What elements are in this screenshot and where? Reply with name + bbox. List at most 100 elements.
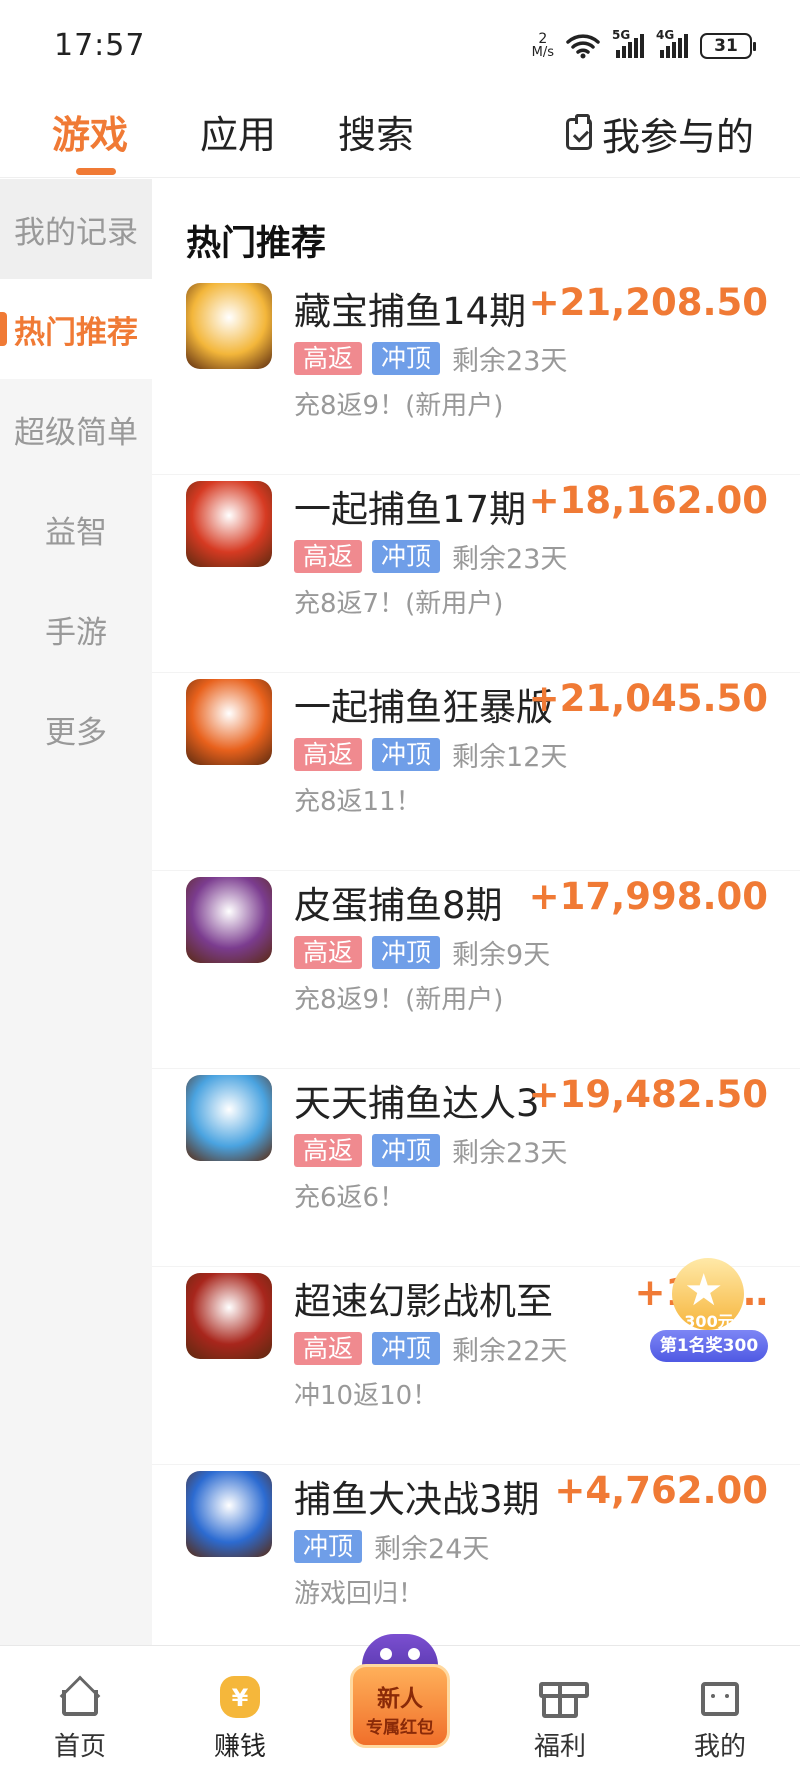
game-row[interactable]: 藏宝捕鱼14期 +21,208.50 高返 冲顶 剩余23天充8返9！(新用户) [152,277,800,475]
wifi-icon [566,34,600,59]
home-icon [58,1674,102,1718]
top-tab-bar: 游戏 应用 搜索 我参与的 [0,92,800,178]
fighter-jet-game-icon [186,1273,272,1359]
tag-group: 高返 冲顶 剩余12天 [294,735,567,774]
game-row[interactable]: 一起捕鱼17期 +18,162.00 高返 冲顶 剩余23天充8返7！(新用户) [152,475,800,673]
reward-amount: +19,482.50 [528,1073,768,1116]
blue-shark-game-icon [186,1471,272,1557]
game-description: 冲10返10！ [294,1381,439,1411]
signal-4g-icon: 4G [656,28,688,58]
new-user-red-packet-button[interactable]: 新人 专属红包 [344,1634,456,1772]
high-return-tag: 高返 [294,1332,363,1365]
status-icons: 2 M/s 5G 4G 31 [531,28,756,64]
tab-games[interactable]: 游戏 [52,104,128,159]
clipboard-check-icon [565,113,592,150]
game-name: 捕鱼大决战3期 [294,1478,540,1521]
tag-group: 高返 冲顶 剩余23天 [294,339,567,378]
game-description: 充6返6！ [294,1183,406,1213]
promo-line2: 专属红包 [366,1718,434,1738]
remaining-days: 剩余23天 [452,1138,568,1169]
sidebar-item-my-records[interactable]: 我的记录 [0,179,152,279]
rank-push-tag: 冲顶 [372,540,441,573]
network-speed: 2 M/s [531,31,554,60]
game-name: 皮蛋捕鱼8期 [294,884,503,927]
reward-amount: +21,208.50 [528,281,768,324]
sidebar-item-hot[interactable]: 热门推荐 [0,279,152,379]
bottom-nav: 首页 ¥ 赚钱 新人 专属红包 福利 我的 [0,1634,800,1776]
high-return-tag: 高返 [294,342,363,375]
game-name: 超速幻影战机至 [294,1280,553,1323]
game-list-panel: 热门推荐 藏宝捕鱼14期 +21,208.50 高返 冲顶 剩余23天 充8返9！(新用户… [152,179,800,1645]
game-row[interactable]: 捕鱼大决战3期 +4,762.00 冲顶 剩余24天游戏回归！ [152,1465,800,1645]
section-title: 热门推荐 [186,224,327,264]
high-return-tag: 高返 [294,1134,363,1167]
promo-card: 新人 专属红包 [350,1664,450,1748]
shark-game-icon [186,481,272,567]
game-description: 充8返9！(新用户) [294,985,504,1015]
remaining-days: 剩余22天 [452,1336,568,1367]
tag-group: 高返 冲顶 剩余22天 [294,1329,567,1368]
sidebar-item-more[interactable]: 更多 [0,679,152,779]
fish-game-icon [186,283,272,369]
game-description: 充8返7！(新用户) [294,589,504,619]
game-name: 一起捕鱼17期 [294,488,527,531]
nav-mine[interactable]: 我的 [660,1646,780,1776]
tab-search[interactable]: 搜索 [338,104,414,159]
profile-cat-icon [698,1674,742,1718]
rank-push-tag: 冲顶 [372,936,441,969]
nav-welfare-label: 福利 [533,1732,586,1762]
sidebar-item-puzzle[interactable]: 益智 [0,479,152,579]
game-description: 游戏回归！ [294,1579,425,1609]
reward-amount: +4,762.00 [554,1469,768,1512]
rank-push-tag: 冲顶 [372,342,441,375]
sidebar-item-mobile-games[interactable]: 手游 [0,579,152,679]
signal-5g-icon: 5G [612,28,644,58]
game-row[interactable]: 天天捕鱼达人3 +19,482.50 高返 冲顶 剩余23天充6返6！ [152,1069,800,1267]
battery-icon: 31 [700,33,756,59]
nav-home-label: 首页 [53,1732,106,1762]
game-row[interactable]: 皮蛋捕鱼8期 +17,998.00 高返 冲顶 剩余9天充8返9！(新用户) [152,871,800,1069]
nav-earn-label: 赚钱 [213,1732,266,1762]
game-list: 藏宝捕鱼14期 +21,208.50 高返 冲顶 剩余23天 充8返9！(新用户) 一起捕鱼… [152,277,800,1645]
remaining-days: 剩余23天 [452,346,568,377]
reward-amount: 300元 [684,1312,734,1331]
tab-my-participation[interactable]: 我参与的 [565,106,754,161]
remaining-days: 剩余23天 [452,544,568,575]
active-tab-indicator [76,168,116,175]
tag-group: 冲顶 剩余24天 [294,1527,489,1566]
tag-group: 高返 冲顶 剩余23天 [294,1131,567,1170]
rank-push-tag: 冲顶 [372,738,441,771]
game-row[interactable]: 一起捕鱼狂暴版 +21,045.50 高返 冲顶 剩余12天 充8返11！ [152,673,800,871]
status-bar: 17:57 2 M/s 5G 4G 31 [0,0,800,92]
rank-push-tag: 冲顶 [372,1332,441,1365]
tag-group: 高返 冲顶 剩余23天 [294,537,567,576]
nav-earn[interactable]: ¥ 赚钱 [180,1646,300,1776]
nav-welfare[interactable]: 福利 [500,1646,620,1776]
high-return-tag: 高返 [294,738,363,771]
remaining-days: 剩余9天 [452,940,551,971]
game-description: 充8返11！ [294,787,422,817]
floating-reward-badge[interactable]: ★ 300元 第1名奖300 [650,1250,768,1368]
tag-group: 高返 冲顶 剩余9天 [294,933,550,972]
promo-line1: 新人 [377,1686,423,1712]
nav-home[interactable]: 首页 [20,1646,140,1776]
reward-amount: +18,162.00 [528,479,768,522]
sidebar-item-simple[interactable]: 超级简单 [0,379,152,479]
tab-apps[interactable]: 应用 [200,104,276,159]
reward-amount: +17,998.00 [528,875,768,918]
shark-coin-game-icon [186,1075,272,1161]
game-name: 天天捕鱼达人3 [294,1082,540,1125]
status-time: 17:57 [54,28,146,63]
game-name: 藏宝捕鱼14期 [294,290,527,333]
nav-mine-label: 我的 [693,1732,746,1762]
tab-my-participation-label: 我参与的 [601,115,754,159]
game-name: 一起捕鱼狂暴版 [294,686,553,729]
reward-banner: 第1名奖300 [650,1330,768,1362]
money-bag-icon: ¥ [218,1674,262,1718]
game-description: 充8返9！(新用户) [294,391,504,421]
high-return-tag: 高返 [294,540,363,573]
reward-amount: +21,045.50 [528,677,768,720]
gift-icon [538,1674,589,1718]
remaining-days: 剩余12天 [452,742,568,773]
rank-push-tag: 冲顶 [294,1530,363,1563]
